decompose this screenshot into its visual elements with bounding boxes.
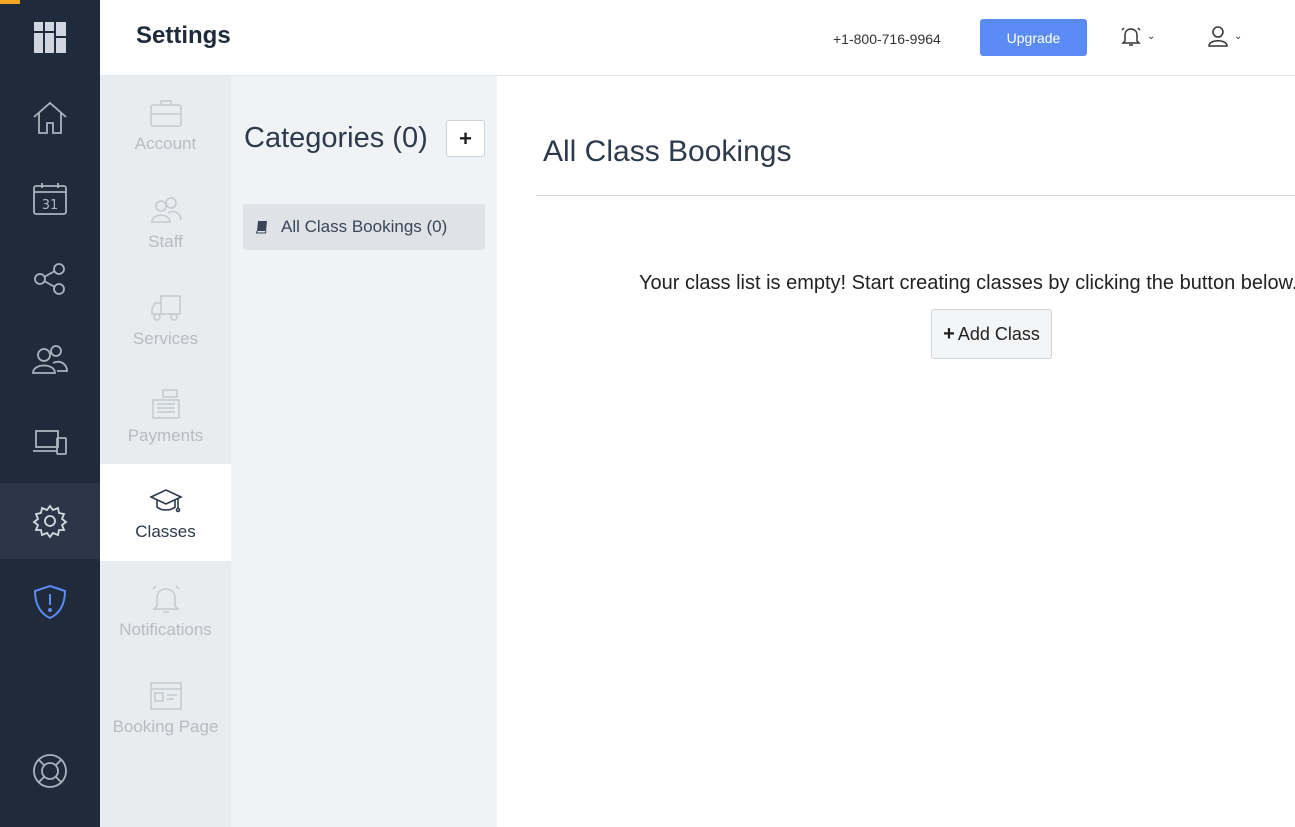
bell-icon bbox=[151, 584, 180, 613]
lifebuoy-icon bbox=[33, 754, 67, 788]
settings-item-label: Notifications bbox=[119, 619, 212, 639]
settings-item-staff[interactable]: Staff bbox=[100, 174, 231, 271]
settings-item-account[interactable]: Account bbox=[100, 76, 231, 173]
nav-help[interactable] bbox=[0, 733, 100, 809]
home-icon bbox=[33, 101, 67, 134]
upgrade-button[interactable]: Upgrade bbox=[980, 19, 1087, 56]
settings-item-label: Services bbox=[132, 328, 199, 348]
empty-state-message: Your class list is empty! Start creating… bbox=[639, 272, 1295, 294]
chevron-down-icon: ⌄ bbox=[1234, 30, 1243, 42]
graduation-cap-icon bbox=[148, 488, 183, 512]
plus-icon: + bbox=[943, 322, 955, 345]
nav-customers[interactable] bbox=[0, 322, 100, 398]
logo-icon bbox=[34, 22, 66, 53]
browser-window-icon bbox=[149, 681, 182, 710]
add-class-label: Add Class bbox=[957, 323, 1040, 344]
svg-text:31: 31 bbox=[42, 198, 59, 213]
truck-icon bbox=[150, 294, 181, 321]
logo-button[interactable] bbox=[0, 0, 100, 76]
cash-register-icon bbox=[151, 388, 180, 419]
nav-home[interactable] bbox=[0, 80, 100, 156]
shield-alert-icon bbox=[33, 584, 67, 620]
calendar-icon: 31 bbox=[33, 183, 67, 215]
settings-item-label: Payments bbox=[127, 425, 204, 445]
top-header: Settings +1-800-716-9964 Upgrade ⌄ ⌄ bbox=[100, 0, 1295, 76]
category-item-all-class-bookings[interactable]: All Class Bookings (0) bbox=[243, 204, 485, 250]
settings-item-label: Booking Page bbox=[112, 716, 219, 736]
categories-title: Categories (0) bbox=[244, 122, 428, 154]
gear-icon bbox=[32, 504, 68, 539]
settings-menu: Account Staff Services Payments Classes … bbox=[100, 76, 231, 827]
devices-icon bbox=[33, 430, 67, 455]
settings-item-classes[interactable]: Classes bbox=[100, 464, 231, 561]
add-category-button[interactable]: + bbox=[446, 120, 485, 157]
chevron-down-icon: ⌄ bbox=[1147, 30, 1156, 42]
main-content: All Class Bookings Your class list is em… bbox=[497, 76, 1295, 827]
category-item-label: All Class Bookings (0) bbox=[281, 217, 448, 236]
book-icon bbox=[255, 221, 267, 234]
support-phone: +1-800-716-9964 bbox=[833, 31, 941, 47]
add-class-button[interactable]: + Add Class bbox=[931, 309, 1052, 359]
nav-calendar[interactable]: 31 bbox=[0, 161, 100, 237]
settings-item-notifications[interactable]: Notifications bbox=[100, 562, 231, 659]
settings-item-label: Staff bbox=[148, 231, 183, 251]
main-nav-rail: 31 bbox=[0, 0, 100, 827]
briefcase-icon bbox=[149, 99, 182, 127]
settings-item-label: Classes bbox=[135, 521, 196, 541]
page-title: Settings bbox=[136, 22, 231, 49]
notifications-menu[interactable]: ⌄ bbox=[1119, 24, 1155, 48]
nav-security[interactable] bbox=[0, 564, 100, 640]
settings-item-label: Account bbox=[134, 133, 197, 153]
users-icon bbox=[32, 345, 68, 374]
settings-item-services[interactable]: Services bbox=[100, 271, 231, 368]
nav-devices[interactable] bbox=[0, 404, 100, 480]
section-divider bbox=[536, 195, 1295, 196]
settings-item-booking-page[interactable]: Booking Page bbox=[100, 659, 231, 756]
user-menu[interactable]: ⌄ bbox=[1206, 24, 1242, 48]
categories-panel: Categories (0) + All Class Bookings (0) bbox=[231, 76, 497, 827]
nav-share[interactable] bbox=[0, 241, 100, 317]
user-icon bbox=[1208, 26, 1228, 47]
share-icon bbox=[34, 263, 65, 295]
staff-icon bbox=[150, 196, 182, 223]
nav-settings[interactable] bbox=[0, 483, 100, 559]
settings-item-payments[interactable]: Payments bbox=[100, 368, 231, 465]
section-title: All Class Bookings bbox=[543, 135, 792, 168]
bell-icon bbox=[1121, 27, 1141, 46]
